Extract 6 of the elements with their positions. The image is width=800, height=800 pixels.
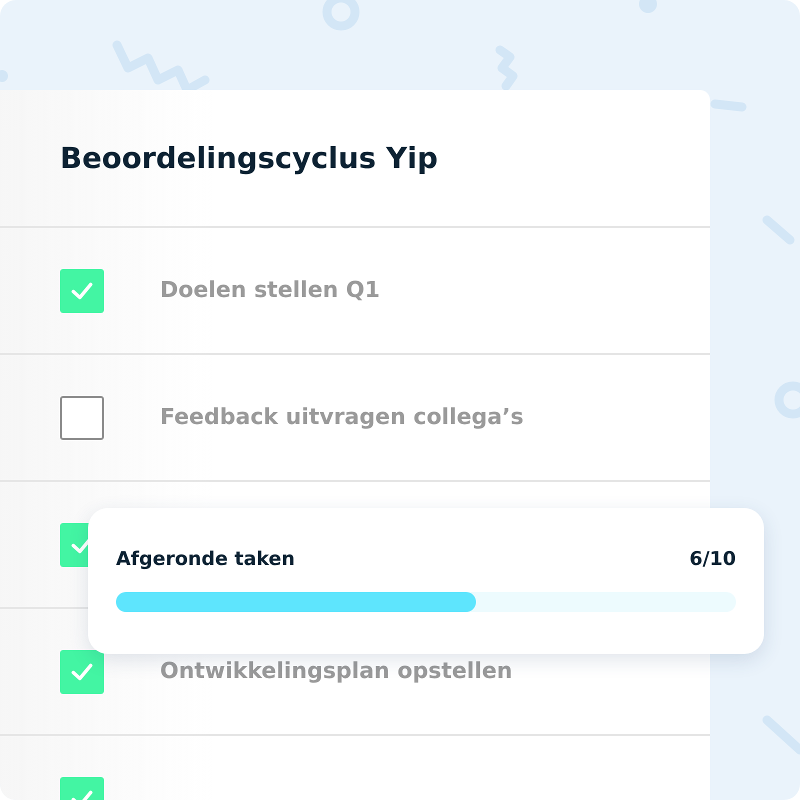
task-label: Doelen stellen Q1: [160, 278, 380, 303]
task-label: Ontwikkelingsplan opstellen: [160, 659, 512, 684]
progress-count: 6/10: [689, 548, 736, 570]
card-title: Beoordelingscyclus Yip: [60, 141, 438, 175]
progress-label: Afgeronde taken: [116, 548, 295, 570]
task-label: Feedback uitvragen collega’s: [160, 405, 524, 430]
